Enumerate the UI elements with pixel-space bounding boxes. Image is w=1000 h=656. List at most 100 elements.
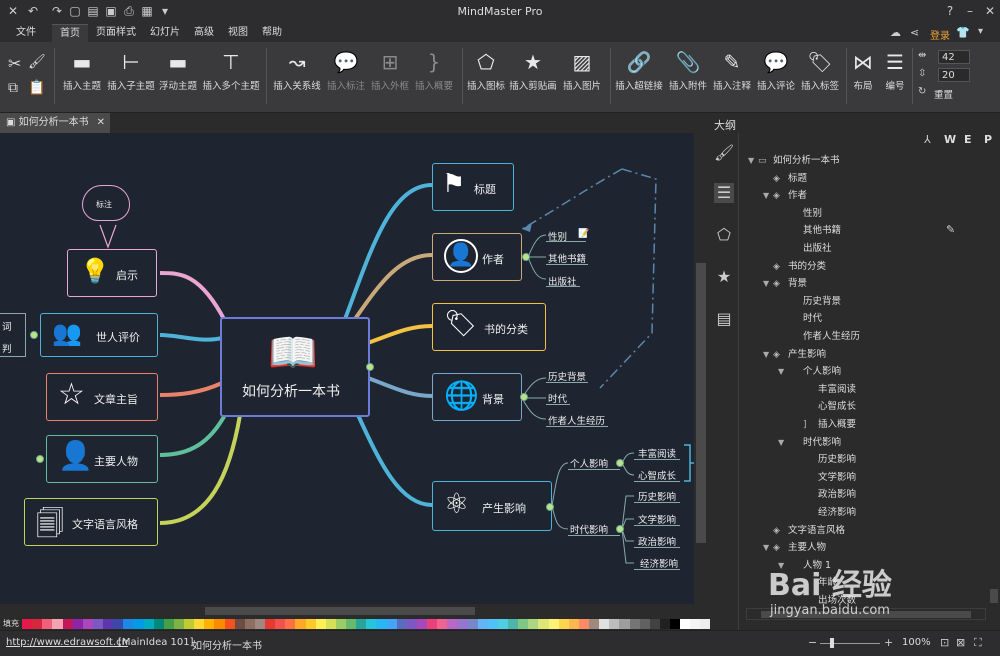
outline-item[interactable]: 历史背景 bbox=[778, 293, 841, 310]
impact-collapse-toggle[interactable] bbox=[546, 503, 554, 511]
color-swatch[interactable] bbox=[32, 619, 43, 629]
color-swatch[interactable] bbox=[447, 619, 458, 629]
era-impact-toggle[interactable] bbox=[616, 525, 624, 533]
color-swatch[interactable] bbox=[619, 619, 630, 629]
insert-icon-button[interactable]: ⬠ 插入图标 bbox=[464, 48, 508, 100]
color-swatch[interactable] bbox=[325, 619, 336, 629]
subtopic-mental-growth[interactable]: 心智成长 bbox=[638, 468, 676, 482]
menu-home[interactable]: 首页 bbox=[52, 24, 88, 43]
insert-callout-button[interactable]: 💬 插入标注 bbox=[324, 48, 368, 100]
color-swatch[interactable] bbox=[568, 619, 579, 629]
color-swatch[interactable] bbox=[538, 619, 549, 629]
outline-item[interactable]: 其他书籍 bbox=[778, 222, 841, 239]
color-swatch[interactable] bbox=[254, 619, 265, 629]
color-swatch[interactable] bbox=[386, 619, 397, 629]
subtopic-historical-impact[interactable]: 历史影响 bbox=[638, 489, 676, 503]
copy-icon[interactable]: ⧉ bbox=[8, 80, 18, 96]
document-tab[interactable]: ▣ 如何分析一本书 ✕ bbox=[0, 113, 110, 133]
outline-item[interactable]: 作者人生经历 bbox=[778, 328, 860, 345]
subtopic-other-books[interactable]: 其他书籍 bbox=[548, 251, 586, 265]
numbering-button[interactable]: ☰ 编号 bbox=[880, 48, 910, 100]
ppt-export-icon[interactable]: P bbox=[984, 133, 992, 146]
color-swatch[interactable] bbox=[265, 619, 276, 629]
task-panel-icon[interactable]: ▤ bbox=[714, 309, 734, 329]
menu-help[interactable]: 帮助 bbox=[254, 24, 290, 42]
color-swatch[interactable] bbox=[700, 619, 711, 629]
vertical-scrollbar[interactable] bbox=[694, 133, 708, 604]
color-swatch[interactable] bbox=[528, 619, 539, 629]
insert-hyperlink-button[interactable]: 🔗 插入超链接 bbox=[612, 48, 666, 100]
insert-clipart-button[interactable]: ★ 插入剪贴画 bbox=[508, 48, 558, 100]
color-swatch[interactable] bbox=[275, 619, 286, 629]
close-icon[interactable]: ✕ bbox=[980, 3, 1000, 19]
menu-file[interactable]: 文件 bbox=[8, 24, 44, 42]
login-link[interactable]: 登录 bbox=[930, 27, 950, 42]
color-swatch[interactable] bbox=[315, 619, 326, 629]
subtopic-history-background[interactable]: 历史背景 bbox=[548, 369, 586, 383]
floating-topic-button[interactable]: ▬ 浮动主题 bbox=[156, 48, 200, 100]
color-swatch[interactable] bbox=[649, 619, 660, 629]
subtopic-author-life[interactable]: 作者人生经历 bbox=[548, 413, 605, 427]
insert-boundary-button[interactable]: ⊞ 插入外框 bbox=[368, 48, 412, 100]
color-swatch[interactable] bbox=[548, 619, 559, 629]
color-swatch[interactable] bbox=[659, 619, 670, 629]
outline-item[interactable]: ▼ ◈ 背景 bbox=[763, 275, 807, 292]
horizontal-scroll-thumb[interactable] bbox=[205, 607, 475, 615]
color-swatch[interactable] bbox=[103, 619, 114, 629]
outline-vertical-scroll-thumb[interactable] bbox=[990, 589, 998, 603]
expand-toggle-icon[interactable]: ▼ bbox=[763, 539, 773, 556]
color-swatch[interactable] bbox=[416, 619, 427, 629]
zoom-slider[interactable] bbox=[820, 643, 880, 644]
skin-icon[interactable]: 👕 bbox=[956, 26, 970, 39]
center-collapse-toggle[interactable] bbox=[366, 363, 374, 371]
format-brush-icon[interactable]: 🖌 bbox=[714, 143, 734, 163]
color-swatch[interactable] bbox=[497, 619, 508, 629]
pdf-export-icon[interactable]: ⅄ bbox=[924, 133, 931, 146]
insert-picture-button[interactable]: ▨ 插入图片 bbox=[558, 48, 606, 100]
expand-toggle-icon[interactable]: ▼ bbox=[763, 346, 773, 363]
color-swatch[interactable] bbox=[194, 619, 205, 629]
insert-tag-button[interactable]: 🏷 插入标签 bbox=[798, 48, 842, 100]
outline-item[interactable]: 文学影响 bbox=[793, 469, 856, 486]
color-swatch[interactable] bbox=[629, 619, 640, 629]
expand-toggle-icon[interactable]: ▼ bbox=[778, 363, 788, 380]
insert-topic-button[interactable]: ▬ 插入主题 bbox=[60, 48, 104, 100]
color-swatch[interactable] bbox=[42, 619, 53, 629]
color-swatch[interactable] bbox=[558, 619, 569, 629]
subtopic-rich-reading[interactable]: 丰富阅读 bbox=[638, 446, 676, 460]
color-swatch[interactable] bbox=[487, 619, 498, 629]
color-swatch[interactable] bbox=[72, 619, 83, 629]
outline-item[interactable]: ◈ 标题 bbox=[763, 170, 807, 187]
characters-collapse-toggle[interactable] bbox=[36, 455, 44, 463]
subtopic-economic-impact[interactable]: 经济影响 bbox=[640, 556, 678, 570]
share-icon[interactable]: ⋖ bbox=[910, 26, 924, 39]
reset-button[interactable]: 重置 bbox=[934, 87, 953, 101]
color-swatch[interactable] bbox=[285, 619, 296, 629]
color-swatch[interactable] bbox=[244, 619, 255, 629]
outline-item[interactable]: 丰富阅读 bbox=[793, 381, 856, 398]
insert-multiple-topics-button[interactable]: ⊤ 插入多个主题 bbox=[200, 48, 262, 100]
outline-item[interactable]: ▼ ▭ 如何分析一本书 bbox=[748, 152, 840, 169]
color-swatch[interactable] bbox=[234, 619, 245, 629]
color-swatch[interactable] bbox=[427, 619, 438, 629]
subtopic-literary-impact[interactable]: 文学影响 bbox=[638, 512, 676, 526]
word-export-icon[interactable]: W bbox=[944, 133, 956, 146]
vertical-spacing-field[interactable]: 20 bbox=[938, 68, 970, 82]
color-swatch[interactable] bbox=[457, 619, 468, 629]
color-swatch[interactable] bbox=[477, 619, 488, 629]
minimize-icon[interactable]: – bbox=[960, 3, 980, 19]
format-painter-icon[interactable]: 🖌 bbox=[28, 54, 46, 70]
color-swatch[interactable] bbox=[518, 619, 529, 629]
color-swatch[interactable] bbox=[589, 619, 600, 629]
insert-subtopic-button[interactable]: ⊢ 插入子主题 bbox=[106, 48, 156, 100]
color-swatch[interactable] bbox=[639, 619, 650, 629]
insert-comment-button[interactable]: 💬 插入评论 bbox=[754, 48, 798, 100]
outline-item[interactable]: ▼ 个人影响 bbox=[778, 363, 841, 380]
outline-item[interactable]: ◈ 书的分类 bbox=[763, 258, 826, 275]
subtopic-political-impact[interactable]: 政治影响 bbox=[638, 534, 676, 548]
color-swatch[interactable] bbox=[335, 619, 346, 629]
outline-item[interactable]: ▼ ◈ 主要人物 bbox=[763, 539, 826, 556]
menu-slideshow[interactable]: 幻灯片 bbox=[142, 24, 188, 42]
color-swatch[interactable] bbox=[356, 619, 367, 629]
outline-item[interactable]: ▼ ◈ 产生影响 bbox=[763, 346, 826, 363]
